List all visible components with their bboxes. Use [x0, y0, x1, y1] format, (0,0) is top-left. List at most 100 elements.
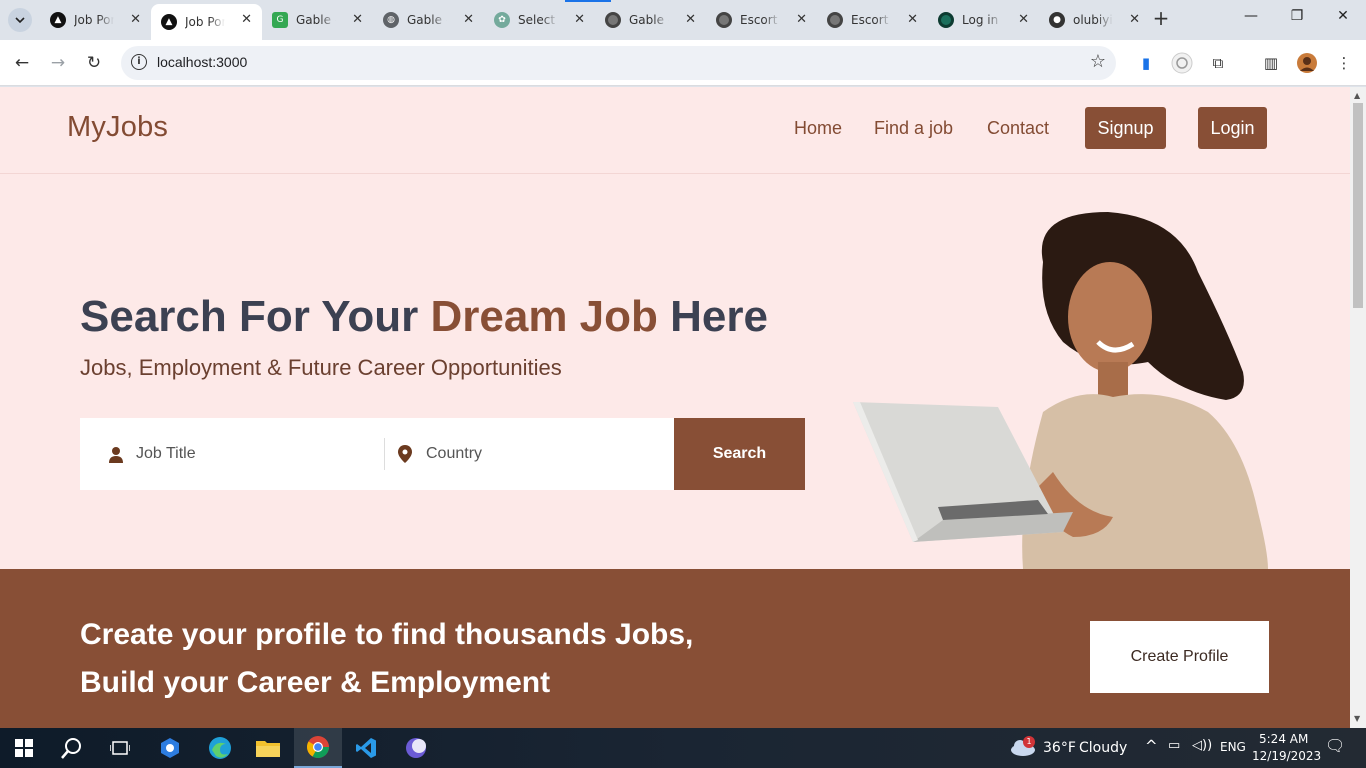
close-icon[interactable]: ✕	[1018, 12, 1029, 27]
scroll-up-arrow-icon[interactable]: ▲	[1354, 91, 1360, 100]
chrome-taskbar-icon[interactable]	[294, 728, 342, 768]
app-hexagon-icon[interactable]	[146, 728, 194, 768]
extensions-puzzle-icon[interactable]: ⧉	[1207, 52, 1229, 74]
nav-contact-link[interactable]: Contact	[987, 118, 1049, 139]
nav-find-job-link[interactable]: Find a job	[874, 118, 953, 139]
close-icon[interactable]: ✕	[352, 12, 363, 27]
bookmark-star-icon[interactable]: ☆	[1090, 51, 1106, 72]
tab-title: Job Por	[74, 13, 114, 27]
browser-tab[interactable]: ▲ Job Por ✕	[40, 4, 151, 36]
close-icon[interactable]: ✕	[463, 12, 474, 27]
close-icon[interactable]: ✕	[1129, 12, 1140, 27]
extension-circle-icon[interactable]	[1171, 52, 1193, 74]
back-icon[interactable]: ←	[11, 52, 33, 74]
scroll-thumb[interactable]	[1353, 103, 1363, 308]
country-input[interactable]: Country	[398, 418, 668, 490]
vscode-icon[interactable]	[342, 728, 390, 768]
close-icon[interactable]: ✕	[796, 12, 807, 27]
browser-tab[interactable]: Gable - ✕	[595, 4, 706, 36]
task-view-icon[interactable]	[96, 728, 144, 768]
browser-tab[interactable]: ◍ Gable - ✕	[373, 4, 484, 36]
search-button[interactable]: Search	[674, 418, 805, 490]
site-logo[interactable]: MyJobs	[67, 111, 168, 144]
windows-taskbar: 1 36°F Cloudy ^ ▭ ◁)) ENG 5:24 AM 12/19/…	[0, 728, 1366, 768]
cta-line-1: Create your profile to find thousands Jo…	[80, 618, 694, 651]
close-icon[interactable]: ✕	[574, 12, 585, 27]
globe-icon: ◍	[383, 12, 399, 28]
tab-search-button[interactable]	[8, 8, 32, 32]
hero-title-part2: Here	[657, 292, 768, 341]
language-indicator[interactable]: ENG	[1220, 740, 1246, 754]
clock-date[interactable]: 12/19/2023	[1252, 749, 1321, 763]
job-search-form: Job Title Country Search	[80, 418, 805, 490]
job-title-placeholder: Job Title	[136, 445, 196, 462]
address-bar[interactable]: i localhost:3000 ☆	[121, 46, 1116, 80]
tab-title: Gable -	[407, 13, 447, 27]
restore-icon[interactable]: ❐	[1287, 8, 1307, 28]
create-profile-button[interactable]: Create Profile	[1090, 621, 1269, 693]
browser-tab[interactable]: ● olubiyiC ✕	[1039, 4, 1150, 36]
circle-icon	[827, 12, 843, 28]
circle-icon	[716, 12, 732, 28]
site-header: MyJobs Home Find a job Contact Signup Lo…	[0, 87, 1350, 174]
hero-title: Search For Your Dream Job Here	[80, 292, 768, 342]
profile-avatar[interactable]	[1296, 52, 1318, 74]
notifications-icon[interactable]: 🗨	[1325, 736, 1345, 755]
tab-title: Job Por	[185, 15, 225, 29]
openai-icon: ✿	[494, 12, 510, 28]
volume-icon[interactable]: ◁))	[1192, 738, 1212, 753]
file-explorer-icon[interactable]	[244, 728, 292, 768]
tab-title: Gable -	[629, 13, 669, 27]
cta-line-2: Build your Career & Employment	[80, 666, 551, 699]
weather-temperature[interactable]: 36°F	[1043, 740, 1076, 756]
windows-start-icon[interactable]	[0, 728, 48, 768]
close-icon[interactable]: ✕	[685, 12, 696, 27]
forward-icon[interactable]: →	[47, 52, 69, 74]
site-info-icon[interactable]: i	[131, 54, 147, 70]
side-panel-icon[interactable]: ▥	[1260, 52, 1282, 74]
github-icon: ●	[1049, 12, 1065, 28]
minimize-icon[interactable]: —	[1241, 8, 1261, 28]
location-pin-icon	[398, 445, 412, 463]
tab-title: Select F	[518, 13, 558, 27]
close-icon[interactable]: ✕	[907, 12, 918, 27]
app-moon-icon[interactable]	[392, 728, 440, 768]
signup-button[interactable]: Signup	[1085, 107, 1166, 149]
tab-title: Escort -	[851, 13, 891, 27]
circle-icon	[605, 12, 621, 28]
edge-browser-icon[interactable]	[196, 728, 244, 768]
user-icon	[109, 446, 123, 463]
reload-icon[interactable]: ↻	[83, 52, 105, 74]
browser-tab[interactable]: Log in | ✕	[928, 4, 1039, 36]
search-divider	[384, 438, 385, 470]
close-icon[interactable]: ✕	[241, 12, 252, 27]
tab-title: olubiyiC	[1073, 13, 1113, 27]
chevron-up-icon[interactable]: ^	[1145, 737, 1158, 755]
job-title-input[interactable]: Job Title	[108, 418, 378, 490]
weather-badge: 1	[1023, 736, 1035, 748]
browser-tab-active[interactable]: ▲ Job Por ✕	[151, 4, 262, 40]
nav-home-link[interactable]: Home	[794, 118, 842, 139]
tab-title: Gable -	[296, 13, 336, 27]
new-tab-button[interactable]: +	[1150, 8, 1172, 30]
battery-icon[interactable]: ▭	[1168, 738, 1180, 753]
url-text[interactable]: localhost:3000	[157, 54, 247, 70]
browser-tab[interactable]: Escort - ✕	[706, 4, 817, 36]
close-icon[interactable]: ✕	[130, 12, 141, 27]
chrome-menu-icon[interactable]: ⋮	[1333, 52, 1355, 74]
browser-tab[interactable]: G Gable - ✕	[262, 4, 373, 36]
clock-time[interactable]: 5:24 AM	[1259, 732, 1308, 746]
login-button[interactable]: Login	[1198, 107, 1267, 149]
tab-title: Escort -	[740, 13, 780, 27]
browser-toolbar: ← → ↻ i localhost:3000 ☆ ▮ ⧉ ▥ ⋮	[0, 40, 1366, 86]
search-icon[interactable]	[48, 728, 96, 768]
scroll-down-arrow-icon[interactable]: ▼	[1354, 714, 1360, 723]
browser-tab[interactable]: Escort - ✕	[817, 4, 928, 36]
translate-extension-icon[interactable]: ▮	[1135, 52, 1157, 74]
country-placeholder: Country	[426, 445, 483, 462]
weather-description[interactable]: Cloudy	[1079, 740, 1127, 756]
cta-text: Create your profile to find thousands Jo…	[80, 611, 693, 707]
window-close-icon[interactable]: ✕	[1333, 8, 1353, 28]
page-scrollbar[interactable]: ▲ ▼	[1350, 87, 1366, 728]
browser-tab[interactable]: ✿ Select F ✕	[484, 4, 595, 36]
